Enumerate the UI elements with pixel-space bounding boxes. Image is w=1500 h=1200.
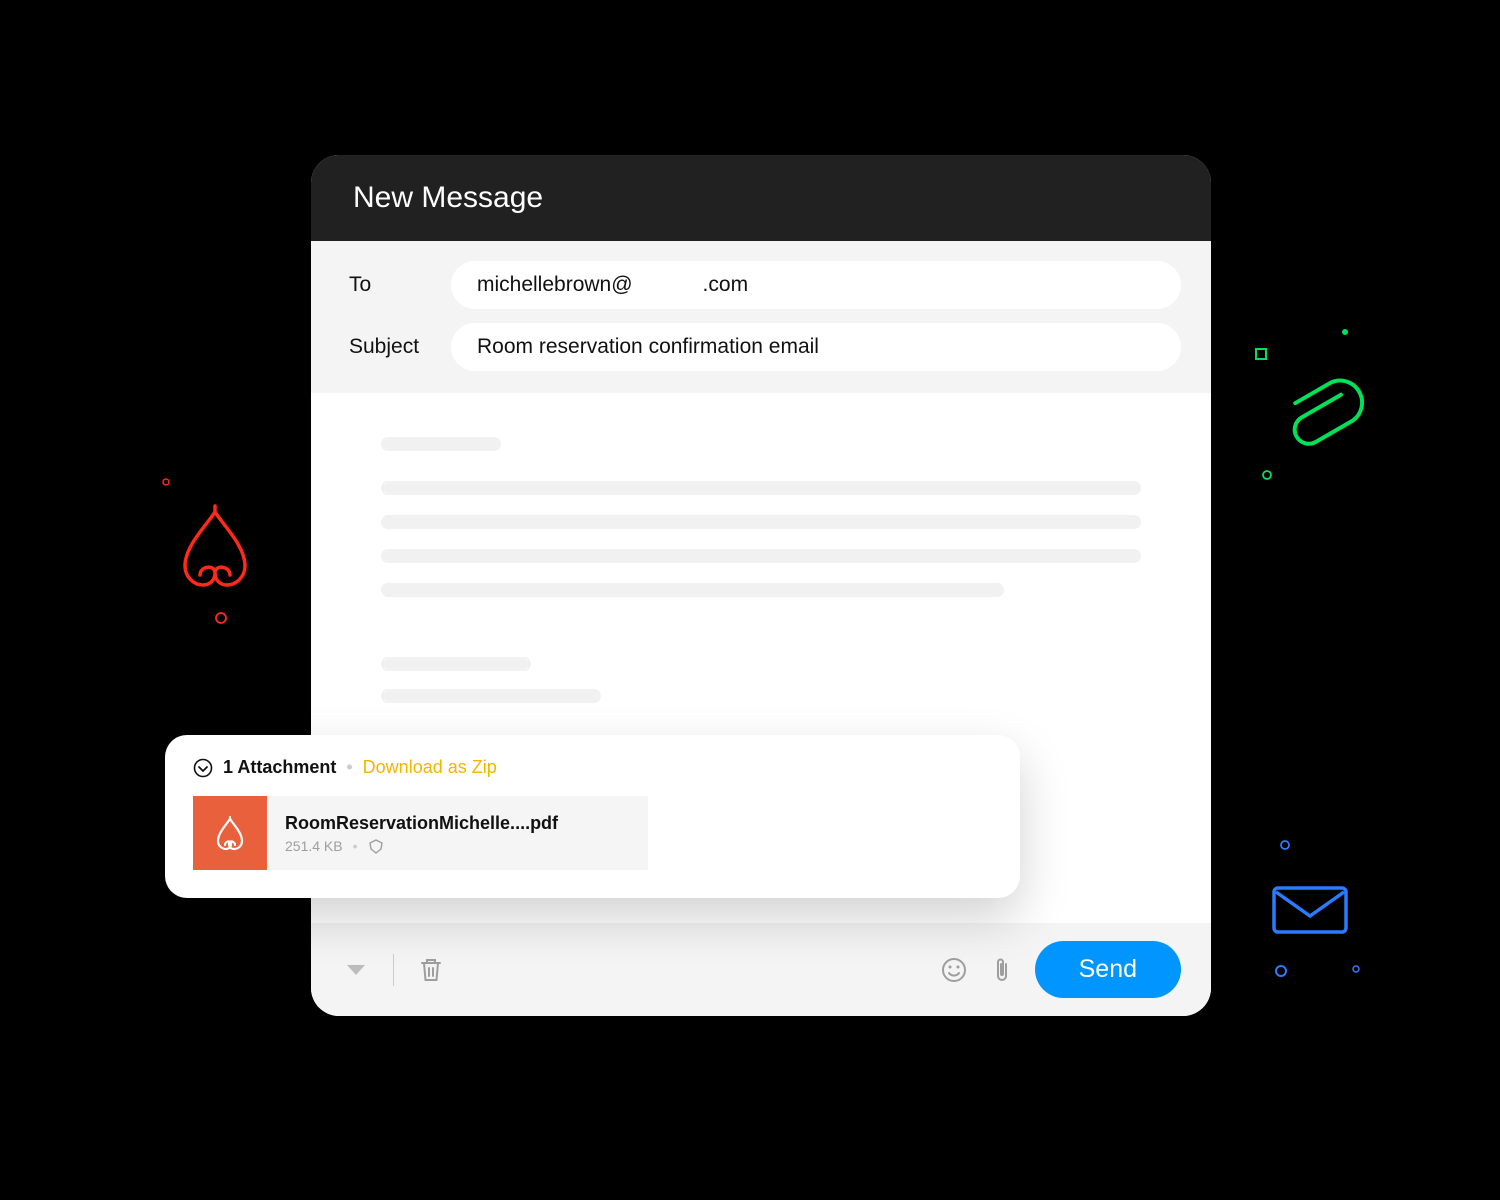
- placeholder-line: [381, 689, 601, 703]
- attachment-item[interactable]: RoomReservationMichelle....pdf 251.4 KB …: [193, 796, 648, 870]
- separator-dot: •: [346, 757, 352, 778]
- pdf-icon: [210, 813, 250, 853]
- attachment-thumbnail: [193, 796, 267, 870]
- paperclip-icon: [994, 956, 1010, 984]
- subject-input[interactable]: [451, 323, 1181, 371]
- decorative-dot: [215, 612, 227, 624]
- decorative-dot: [1280, 840, 1290, 850]
- to-label: To: [341, 273, 451, 297]
- download-zip-link[interactable]: Download as Zip: [363, 757, 497, 778]
- decorative-envelope-icon: [1270, 880, 1350, 940]
- decorative-dot: [162, 478, 170, 486]
- attachment-count: 1 Attachment: [223, 757, 336, 778]
- fields-area: To Subject: [311, 241, 1211, 393]
- toolbar-divider: [393, 954, 394, 986]
- emoji-icon: [941, 957, 967, 983]
- subject-label: Subject: [341, 335, 451, 359]
- placeholder-line: [381, 515, 1141, 529]
- to-row: To: [341, 261, 1181, 309]
- placeholder-line: [381, 549, 1141, 563]
- attach-button[interactable]: [987, 955, 1017, 985]
- tag-icon: [368, 838, 384, 854]
- decorative-pdf-icon: [170, 500, 260, 610]
- send-button[interactable]: Send: [1035, 941, 1181, 998]
- more-options-button[interactable]: [341, 955, 371, 985]
- attachment-panel: 1 Attachment • Download as Zip RoomReser…: [165, 735, 1020, 898]
- attachment-size: 251.4 KB: [285, 838, 343, 854]
- subject-row: Subject: [341, 323, 1181, 371]
- trash-icon: [419, 957, 443, 983]
- decorative-dot: [1340, 327, 1350, 337]
- attachment-meta: 251.4 KB •: [285, 838, 630, 854]
- decorative-paperclip-icon: [1275, 370, 1365, 460]
- toolbar-left: [341, 954, 446, 986]
- compose-toolbar: Send: [311, 923, 1211, 1016]
- separator-dot: •: [353, 838, 358, 854]
- decorative-dot: [1352, 965, 1360, 973]
- delete-draft-button[interactable]: [416, 955, 446, 985]
- placeholder-line: [381, 481, 1141, 495]
- chevron-down-icon: [347, 965, 365, 975]
- attachment-header: 1 Attachment • Download as Zip: [193, 757, 992, 778]
- placeholder-line: [381, 583, 1004, 597]
- decorative-square: [1255, 348, 1267, 360]
- placeholder-line: [381, 657, 531, 671]
- chevron-down-circle-icon: [193, 758, 213, 778]
- decorative-dot: [1275, 965, 1287, 977]
- decorative-dot: [1262, 470, 1272, 480]
- placeholder-line: [381, 437, 501, 451]
- attachment-info: RoomReservationMichelle....pdf 251.4 KB …: [267, 801, 648, 866]
- emoji-button[interactable]: [939, 955, 969, 985]
- to-input[interactable]: [451, 261, 1181, 309]
- attachment-filename: RoomReservationMichelle....pdf: [285, 813, 630, 834]
- compose-title: New Message: [311, 155, 1211, 241]
